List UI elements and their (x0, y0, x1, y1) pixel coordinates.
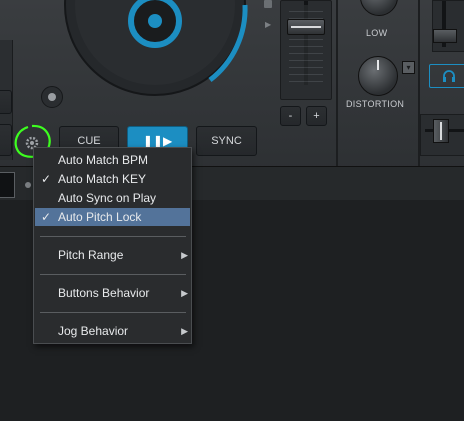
crossfader[interactable] (420, 114, 464, 156)
pitch-fader[interactable] (280, 0, 332, 100)
menu-item-auto-sync-on-play[interactable]: Auto Sync on Play (35, 189, 190, 207)
check-icon: ✓ (40, 172, 52, 186)
low-knob[interactable] (360, 0, 398, 16)
submenu-arrow-icon: ▶ (181, 288, 188, 298)
pitch-plus-button[interactable]: + (306, 106, 327, 126)
menu-item-label: Auto Pitch Lock (58, 210, 142, 224)
pitch-minus-button[interactable]: - (280, 106, 301, 126)
jog-wheel[interactable] (60, 0, 250, 100)
distortion-dropdown-button[interactable]: ▾ (402, 61, 415, 74)
menu-item-pitch-range[interactable]: Pitch Range ▶ (35, 246, 190, 264)
left-side-button[interactable] (0, 90, 12, 114)
menu-item-jog-behavior[interactable]: Jog Behavior ▶ (35, 322, 190, 340)
pitch-fader-handle[interactable] (287, 19, 325, 35)
low-label: LOW (366, 28, 388, 38)
menu-separator (40, 312, 186, 313)
small-round-button[interactable] (41, 86, 63, 108)
menu-item-label: Auto Match KEY (58, 172, 147, 186)
volume-fader[interactable] (432, 0, 464, 52)
settings-context-menu: Auto Match BPM ✓ Auto Match KEY Auto Syn… (33, 147, 192, 344)
menu-item-label: Jog Behavior (58, 324, 129, 338)
crossfader-handle[interactable] (433, 119, 449, 143)
left-square-button[interactable] (0, 172, 15, 198)
headphone-cue-button[interactable] (429, 64, 464, 88)
menu-item-buttons-behavior[interactable]: Buttons Behavior ▶ (35, 284, 190, 302)
dot-icon (48, 93, 56, 101)
menu-item-auto-match-bpm[interactable]: Auto Match BPM (35, 151, 190, 169)
submenu-arrow-icon: ▶ (181, 250, 188, 260)
menu-item-label: Auto Match BPM (58, 153, 149, 167)
menu-item-label: Buttons Behavior (58, 286, 150, 300)
menu-item-label: Auto Sync on Play (58, 191, 157, 205)
left-side-button-2[interactable] (0, 124, 12, 156)
sync-button[interactable]: SYNC (196, 126, 257, 156)
volume-fader-handle[interactable] (433, 29, 457, 43)
menu-separator (40, 274, 186, 275)
distortion-label: DISTORTION (346, 99, 405, 109)
menu-item-auto-pitch-lock[interactable]: ✓ Auto Pitch Lock (35, 208, 190, 226)
submenu-arrow-icon: ▶ (181, 326, 188, 336)
menu-item-label: Pitch Range (58, 248, 124, 262)
menu-separator (40, 236, 186, 237)
headphones-icon (443, 70, 455, 82)
lock-icon (264, 0, 272, 8)
small-dot-icon (25, 182, 31, 188)
distortion-knob[interactable] (358, 56, 398, 96)
deck-divider (336, 0, 338, 166)
pitch-fader-ticks (289, 5, 323, 85)
check-icon: ✓ (40, 210, 52, 224)
menu-item-auto-match-key[interactable]: ✓ Auto Match KEY (35, 170, 190, 188)
play-arrow-icon: ▶ (265, 20, 272, 29)
